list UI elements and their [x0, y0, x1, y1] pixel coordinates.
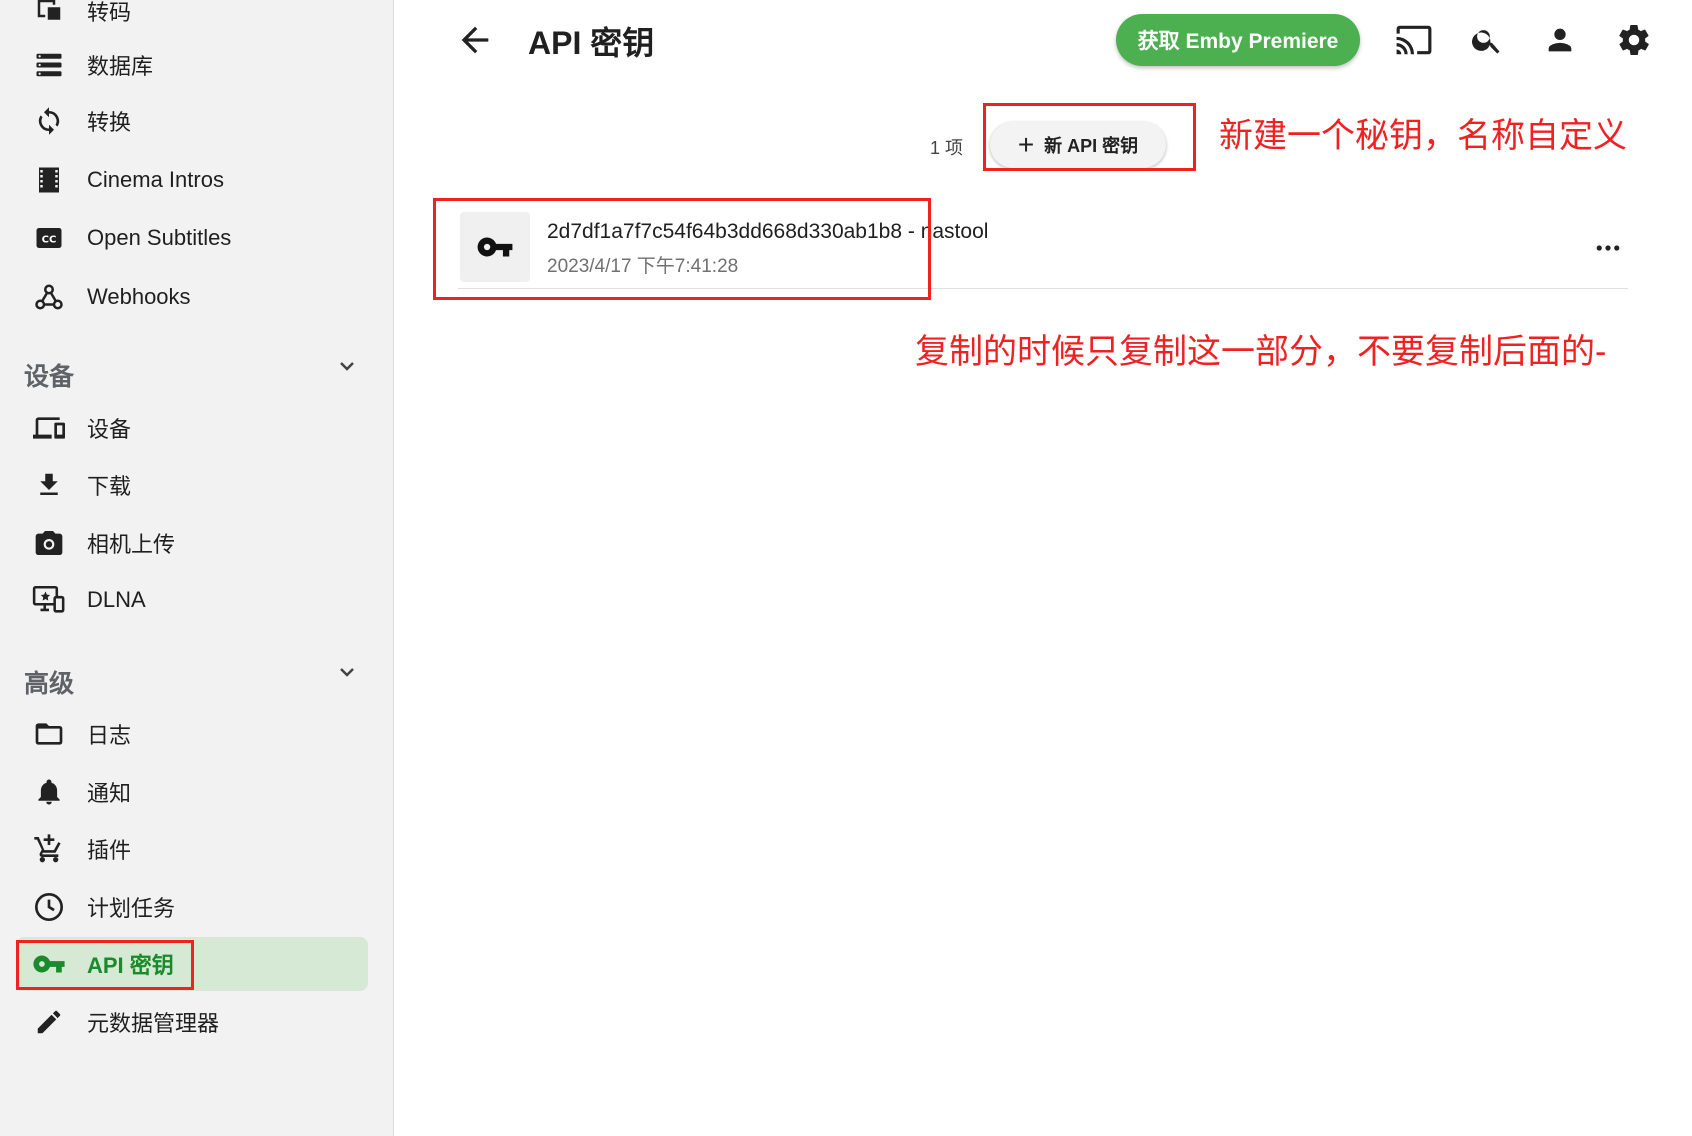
sidebar-item-label: 数据库: [87, 54, 154, 79]
sync-icon: [32, 104, 66, 138]
sidebar-item-label: Open Subtitles: [87, 225, 232, 250]
cast-icon: [1396, 25, 1432, 55]
film-icon: [32, 163, 66, 197]
annotation-new-key: 新建一个秘钥，名称自定义: [1219, 117, 1627, 155]
person-icon: [1548, 28, 1572, 52]
get-premiere-button[interactable]: 获取 Emby Premiere: [1116, 14, 1360, 66]
sidebar-item-cinema-intros[interactable]: Cinema Intros: [16, 153, 368, 207]
sidebar-item-label: Webhooks: [87, 284, 191, 309]
download-icon: [32, 468, 66, 502]
webhook-icon: [32, 280, 66, 314]
sidebar-item-label: 日志: [87, 723, 132, 748]
more-options-button[interactable]: [1588, 228, 1628, 268]
section-title-devices: 设备: [24, 363, 75, 391]
transcode-icon: [32, 0, 66, 28]
dlna-icon: [32, 583, 66, 617]
cast-button[interactable]: [1394, 20, 1434, 60]
sidebar-item-transcode[interactable]: 转码: [16, 0, 368, 38]
sidebar-item-label: 元数据管理器: [87, 1011, 220, 1036]
sidebar-item-metadata-manager[interactable]: 元数据管理器: [16, 995, 368, 1049]
folder-icon: [32, 717, 66, 751]
database-icon: [32, 48, 66, 82]
section-title-advanced: 高级: [24, 670, 75, 698]
annotation-box-key: [433, 198, 931, 300]
search-icon: [1472, 30, 1500, 54]
bell-icon: [32, 775, 66, 809]
sidebar-item-downloads[interactable]: 下载: [16, 458, 368, 512]
clock-icon: [32, 890, 66, 924]
annotation-box-new-key: [983, 103, 1196, 171]
search-button[interactable]: [1467, 20, 1507, 60]
user-button[interactable]: [1540, 20, 1580, 60]
annotation-copy-note: 复制的时候只复制这一部分，不要复制后面的-: [915, 333, 1607, 371]
pencil-icon: [32, 1005, 66, 1039]
sidebar-item-label: 设备: [87, 417, 132, 442]
sidebar-item-webhooks[interactable]: Webhooks: [16, 270, 368, 324]
chevron-down-icon[interactable]: [335, 660, 359, 684]
sidebar-item-camera-upload[interactable]: 相机上传: [16, 516, 368, 570]
annotation-box-sidebar: [16, 940, 194, 990]
page-title: API 密钥: [528, 25, 655, 61]
sidebar-item-convert[interactable]: 转换: [16, 94, 368, 148]
camera-icon: [32, 526, 66, 560]
sidebar-item-label: 通知: [87, 781, 132, 806]
devices-icon: [32, 411, 66, 445]
sidebar-item-label: 计划任务: [87, 896, 176, 921]
sidebar-item-label: 转换: [87, 110, 132, 135]
sidebar-item-scheduled-tasks[interactable]: 计划任务: [16, 880, 368, 934]
settings-button[interactable]: [1614, 20, 1654, 60]
sidebar-item-devices[interactable]: 设备: [16, 401, 368, 455]
sidebar-item-dlna[interactable]: DLNA: [16, 573, 368, 627]
sidebar-item-label: 相机上传: [87, 532, 176, 557]
chevron-down-icon[interactable]: [335, 354, 359, 378]
more-horizontal-icon: [1596, 245, 1620, 251]
item-count: 1 项: [930, 138, 964, 158]
sidebar-item-plugins[interactable]: 插件: [16, 822, 368, 876]
sidebar-item-notifications[interactable]: 通知: [16, 765, 368, 819]
sidebar-item-label: 转码: [87, 0, 132, 25]
sidebar-item-label: Cinema Intros: [87, 167, 224, 192]
back-button[interactable]: [455, 20, 495, 60]
svg-text:CC: CC: [42, 234, 57, 245]
sidebar-item-logs[interactable]: 日志: [16, 707, 368, 761]
cart-icon: [32, 832, 66, 866]
sidebar-item-label: DLNA: [87, 587, 146, 612]
sidebar-item-open-subtitles[interactable]: CC Open Subtitles: [16, 211, 368, 265]
arrow-left-icon: [461, 26, 489, 54]
sidebar-item-database[interactable]: 数据库: [16, 38, 368, 92]
gear-icon: [1619, 24, 1649, 56]
cc-icon: CC: [32, 221, 66, 255]
sidebar-item-label: 插件: [87, 838, 132, 863]
sidebar-item-label: 下载: [87, 474, 132, 499]
